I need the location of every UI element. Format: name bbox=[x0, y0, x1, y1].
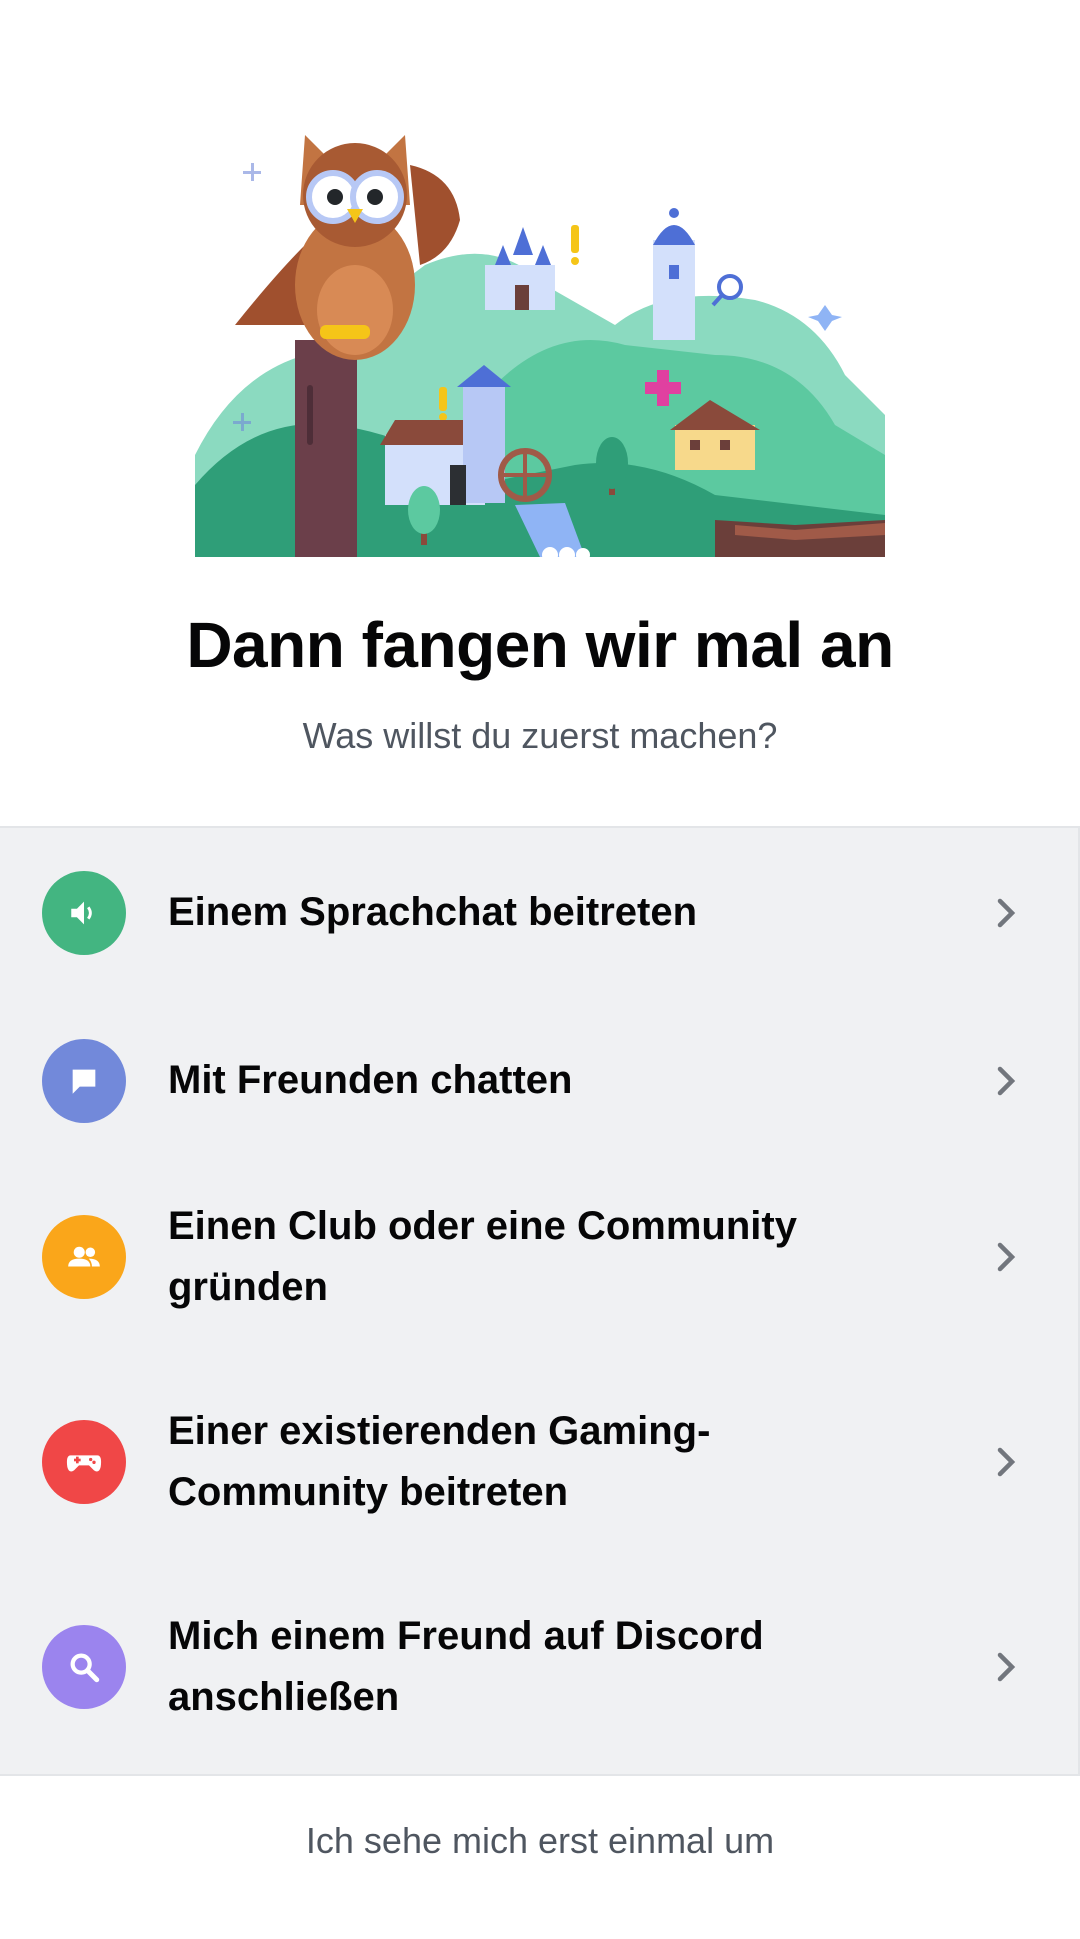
owl-castle-illustration bbox=[195, 135, 885, 557]
option-label: Mich einem Freund auf Discord anschließe… bbox=[168, 1614, 764, 1719]
chevron-right-icon bbox=[997, 898, 1016, 928]
option-label: Einem Sprachchat beitreten bbox=[168, 890, 698, 934]
option-join-gaming-community[interactable]: Einer existierenden Gaming-Community bei… bbox=[0, 1393, 1080, 1531]
option-chat-friends[interactable]: Mit Freunden chatten bbox=[0, 1036, 1080, 1126]
gamepad-icon bbox=[42, 1420, 126, 1504]
options-list: Einem Sprachchat beitreten Mit Freunden … bbox=[0, 826, 1080, 1776]
page-subtitle: Was willst du zuerst machen? bbox=[302, 715, 778, 756]
option-label: Mit Freunden chatten bbox=[168, 1058, 573, 1102]
chevron-right-icon bbox=[997, 1066, 1016, 1096]
speaker-icon bbox=[42, 871, 126, 955]
option-label: Einen Club oder eine Community gründen bbox=[168, 1204, 797, 1309]
people-icon bbox=[42, 1215, 126, 1299]
chevron-right-icon bbox=[997, 1447, 1016, 1477]
chevron-right-icon bbox=[997, 1652, 1016, 1682]
option-join-friend[interactable]: Mich einem Freund auf Discord anschließe… bbox=[0, 1598, 1080, 1736]
option-label: Einer existierenden Gaming-Community bei… bbox=[168, 1409, 711, 1514]
search-icon bbox=[42, 1625, 126, 1709]
page-title: Dann fangen wir mal an bbox=[186, 609, 894, 681]
option-create-club[interactable]: Einen Club oder eine Community gründen bbox=[0, 1188, 1080, 1326]
chevron-right-icon bbox=[997, 1242, 1016, 1272]
option-voice-chat[interactable]: Einem Sprachchat beitreten bbox=[0, 868, 1080, 958]
chat-bubble-icon bbox=[42, 1039, 126, 1123]
skip-link[interactable]: Ich sehe mich erst einmal um bbox=[0, 1820, 1080, 1862]
